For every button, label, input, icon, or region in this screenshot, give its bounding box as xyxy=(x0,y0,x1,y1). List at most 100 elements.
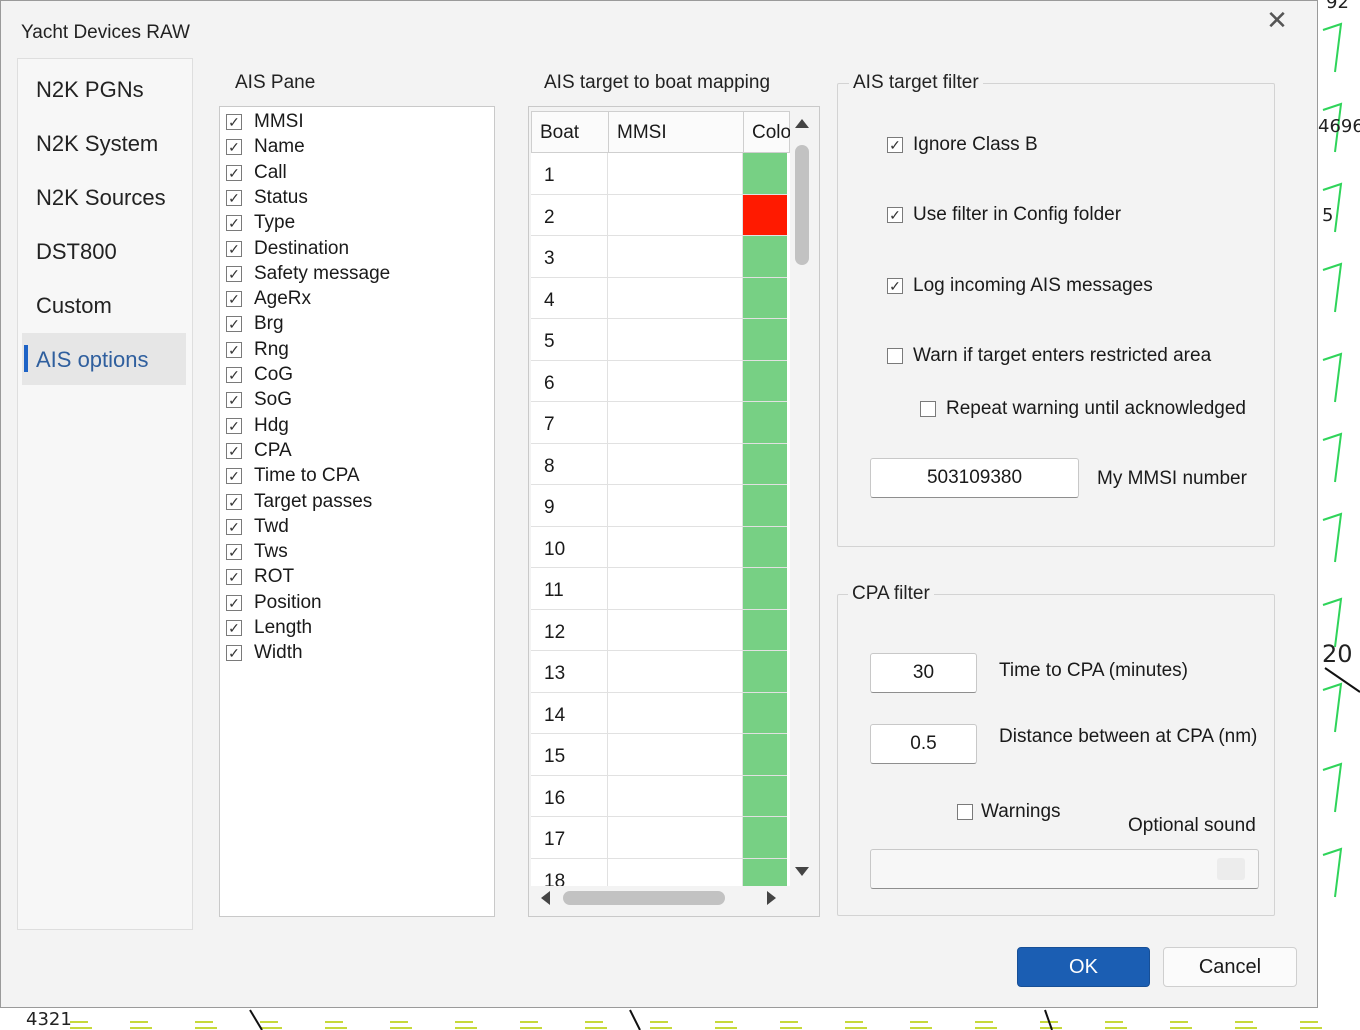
mmsi-cell[interactable] xyxy=(608,485,743,527)
ok-button[interactable]: OK xyxy=(1017,947,1150,987)
boat-cell: 14 xyxy=(531,692,608,734)
color-swatch[interactable] xyxy=(743,526,787,568)
scrollbar-thumb[interactable] xyxy=(795,145,809,265)
checkbox-label: Warn if target enters restricted area xyxy=(913,345,1212,366)
mmsi-cell[interactable] xyxy=(608,526,743,568)
checkbox-label: Twd xyxy=(254,515,289,537)
color-swatch[interactable] xyxy=(743,568,787,610)
color-swatch[interactable] xyxy=(743,817,787,859)
color-swatch[interactable] xyxy=(743,858,787,886)
nav-item-n2k-system[interactable]: N2K System xyxy=(22,117,186,169)
color-swatch[interactable] xyxy=(743,775,787,817)
table-row[interactable]: 5 xyxy=(531,319,790,361)
mmsi-cell[interactable] xyxy=(608,319,743,361)
my-mmsi-input[interactable]: 503109380 xyxy=(870,458,1079,498)
scroll-left-icon[interactable] xyxy=(541,891,550,905)
color-swatch[interactable] xyxy=(743,651,787,693)
checkbox-label: SoG xyxy=(254,389,293,411)
color-swatch[interactable] xyxy=(743,443,787,485)
nav-item-ais-options[interactable]: AIS options xyxy=(22,333,186,385)
optional-sound-input[interactable] xyxy=(870,849,1259,889)
mmsi-cell[interactable] xyxy=(608,651,743,693)
nav-item-label: DST800 xyxy=(36,239,117,264)
table-row[interactable]: 10 xyxy=(531,526,790,568)
checkbox-label: Call xyxy=(254,161,287,183)
table-row[interactable]: 1 xyxy=(531,153,790,195)
boat-number: 6 xyxy=(544,372,555,394)
mmsi-cell[interactable] xyxy=(608,609,743,651)
mmsi-cell[interactable] xyxy=(608,360,743,402)
table-row[interactable]: 15 xyxy=(531,734,790,776)
column-header-boat[interactable]: Boat xyxy=(531,111,609,153)
table-row[interactable]: 4 xyxy=(531,277,790,319)
nav-item-n2k-pgns[interactable]: N2K PGNs xyxy=(22,63,186,115)
nav-item-n2k-sources[interactable]: N2K Sources xyxy=(22,171,186,223)
mmsi-cell[interactable] xyxy=(608,817,743,859)
time-to-cpa-label: Time to CPA (minutes) xyxy=(999,660,1188,681)
color-swatch[interactable] xyxy=(743,319,787,361)
vertical-scrollbar[interactable] xyxy=(791,111,813,886)
mapping-heading: AIS target to boat mapping xyxy=(540,72,775,94)
color-swatch[interactable] xyxy=(743,485,787,527)
scroll-down-icon[interactable] xyxy=(795,867,809,876)
column-header-mmsi[interactable]: MMSI xyxy=(608,111,744,153)
table-row[interactable]: 18 xyxy=(531,858,790,886)
table-row[interactable]: 7 xyxy=(531,402,790,444)
boat-cell: 5 xyxy=(531,319,608,361)
nav-item-custom[interactable]: Custom xyxy=(22,279,186,331)
color-swatch[interactable] xyxy=(743,153,787,195)
checkbox-icon: ✓ xyxy=(226,518,242,535)
mmsi-cell[interactable] xyxy=(608,568,743,610)
scrollbar-thumb[interactable] xyxy=(563,891,725,905)
table-row[interactable]: 13 xyxy=(531,651,790,693)
cpa-distance-input[interactable]: 0.5 xyxy=(870,724,977,764)
color-swatch[interactable] xyxy=(743,236,787,278)
close-icon[interactable]: ✕ xyxy=(1263,5,1291,35)
checkbox-label: Rng xyxy=(254,338,289,360)
table-row[interactable]: 9 xyxy=(531,485,790,527)
table-row[interactable]: 12 xyxy=(531,609,790,651)
color-swatch[interactable] xyxy=(743,360,787,402)
mmsi-cell[interactable] xyxy=(608,153,743,195)
scroll-up-icon[interactable] xyxy=(795,119,809,128)
checkbox-icon: ✓ xyxy=(226,215,242,232)
table-row[interactable]: 6 xyxy=(531,360,790,402)
color-swatch[interactable] xyxy=(743,277,787,319)
mmsi-cell[interactable] xyxy=(608,402,743,444)
table-row[interactable]: 2 xyxy=(531,194,790,236)
boat-cell: 16 xyxy=(531,775,608,817)
table-row[interactable]: 16 xyxy=(531,775,790,817)
mmsi-cell[interactable] xyxy=(608,734,743,776)
mmsi-cell[interactable] xyxy=(608,194,743,236)
checkbox-label: CoG xyxy=(254,364,294,385)
color-swatch[interactable] xyxy=(743,692,787,734)
mmsi-cell[interactable] xyxy=(608,236,743,278)
table-row[interactable]: 8 xyxy=(531,443,790,485)
color-swatch[interactable] xyxy=(743,734,787,776)
browse-file-icon[interactable] xyxy=(1217,858,1245,880)
mmsi-cell[interactable] xyxy=(608,277,743,319)
mmsi-cell[interactable] xyxy=(608,443,743,485)
color-swatch[interactable] xyxy=(743,194,787,236)
time-to-cpa-input[interactable]: 30 xyxy=(870,653,977,693)
column-header-label: Colo xyxy=(752,122,790,143)
mmsi-cell[interactable] xyxy=(608,692,743,734)
checkbox-icon: ✓ xyxy=(226,417,242,434)
boat-number: 15 xyxy=(544,746,566,767)
table-row[interactable]: 11 xyxy=(531,568,790,610)
title-bar[interactable]: Yacht Devices RAW ✕ xyxy=(1,1,1317,57)
color-swatch[interactable] xyxy=(743,402,787,444)
color-swatch[interactable] xyxy=(743,609,787,651)
checkbox-icon xyxy=(887,348,903,364)
table-row[interactable]: 14 xyxy=(531,692,790,734)
column-header-color[interactable]: Colo xyxy=(743,111,790,153)
mmsi-cell[interactable] xyxy=(608,775,743,817)
mmsi-cell[interactable] xyxy=(608,858,743,886)
nav-item-dst800[interactable]: DST800 xyxy=(22,225,186,277)
scroll-right-icon[interactable] xyxy=(767,891,776,905)
cancel-button[interactable]: Cancel xyxy=(1163,947,1297,987)
boat-number: 17 xyxy=(544,829,566,850)
horizontal-scrollbar[interactable] xyxy=(531,887,790,909)
table-row[interactable]: 17 xyxy=(531,817,790,859)
table-row[interactable]: 3 xyxy=(531,236,790,278)
